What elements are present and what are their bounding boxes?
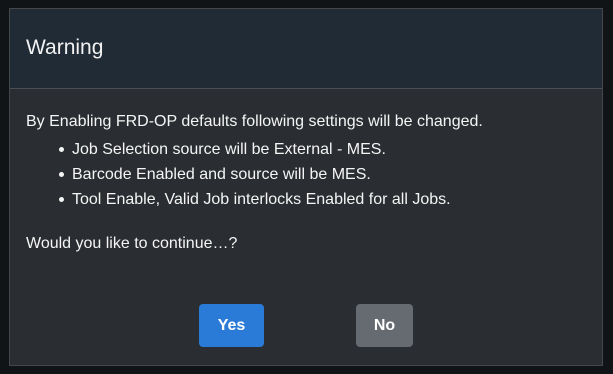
warning-dialog: Warning By Enabling FRD-OP defaults foll… xyxy=(9,8,603,366)
dialog-intro: By Enabling FRD-OP defaults following se… xyxy=(26,113,483,130)
change-item-interlocks: Tool Enable, Valid Job interlocks Enable… xyxy=(59,187,586,212)
change-item-barcode: Barcode Enabled and source will be MES. xyxy=(59,162,586,187)
no-button[interactable]: No xyxy=(356,304,413,347)
yes-button[interactable]: Yes xyxy=(199,304,264,347)
dialog-body: By Enabling FRD-OP defaults following se… xyxy=(10,89,602,255)
dialog-actions: Yes No xyxy=(10,304,602,347)
dialog-header: Warning xyxy=(10,9,602,89)
change-item-job-selection: Job Selection source will be External - … xyxy=(59,137,586,162)
app-screen: Warning By Enabling FRD-OP defaults foll… xyxy=(0,0,613,374)
dialog-question: Would you like to continue…? xyxy=(26,235,238,252)
dialog-title: Warning xyxy=(26,35,104,59)
changes-list: Job Selection source will be External - … xyxy=(26,137,586,212)
